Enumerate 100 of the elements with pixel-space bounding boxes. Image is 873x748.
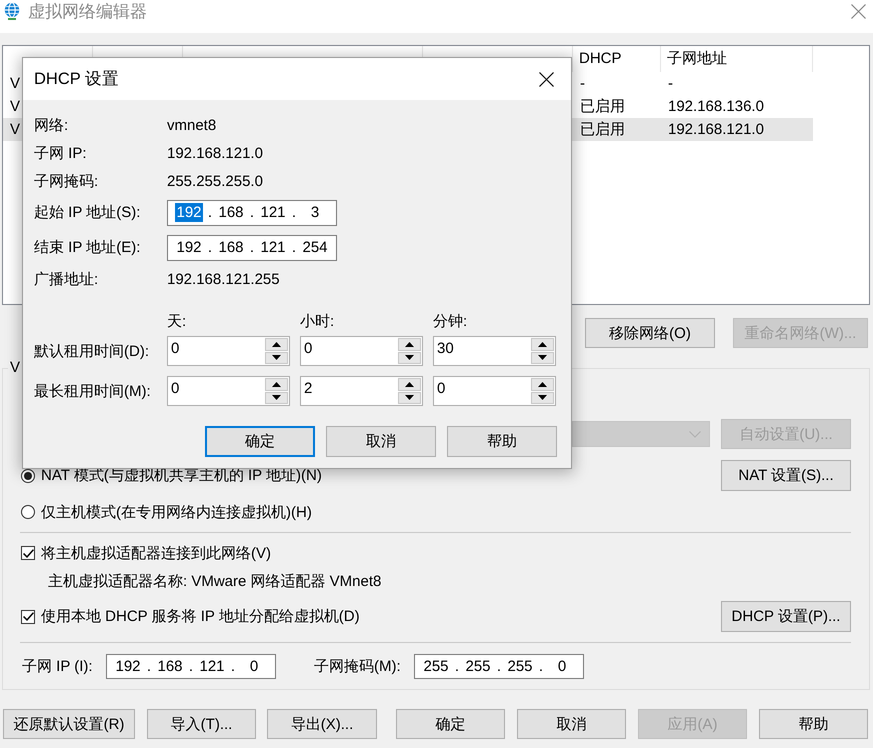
spin-down-button[interactable]: [265, 352, 288, 364]
field-label: 子网掩码:: [34, 172, 100, 190]
subnet-mask-field[interactable]: 255 . 255 . 255 . 0: [414, 654, 584, 679]
field-label: 起始 IP 地址(S):: [34, 203, 142, 222]
ok-button[interactable]: 确定: [205, 426, 315, 457]
ip-octet[interactable]: 3: [310, 203, 320, 222]
help-button[interactable]: 帮助: [447, 426, 557, 457]
column-label: 小时:: [300, 312, 334, 330]
field-value: 255.255.255.0: [167, 172, 263, 190]
spin-down-button[interactable]: [531, 352, 554, 364]
field-label: 默认租用时间(D):: [34, 342, 149, 360]
ip-octet[interactable]: 0: [556, 657, 568, 676]
ip-octet[interactable]: 255: [422, 657, 450, 676]
subnet-ip-label: 子网 IP (I):: [21, 657, 94, 676]
table-cell-text: 已启用: [579, 120, 625, 140]
triangle-up-icon: [538, 342, 547, 347]
checkmark-icon: [22, 612, 34, 621]
ip-address-field[interactable]: 192 . 168 . 121 . 254: [167, 234, 337, 260]
checkmark-icon: [22, 548, 34, 558]
cancel-button[interactable]: 取消: [326, 426, 436, 457]
triangle-down-icon: [272, 355, 281, 360]
ip-octet[interactable]: 121: [259, 238, 287, 257]
triangle-up-icon: [405, 342, 414, 347]
ip-octet[interactable]: 255: [464, 657, 492, 676]
subnet-ip-field[interactable]: 192 . 168 . 121 . 0: [106, 654, 276, 679]
import-button[interactable]: 导入(T)...: [147, 709, 256, 739]
spin-down-button[interactable]: [398, 392, 421, 404]
field-value: 192.168.121.0: [167, 144, 263, 162]
triangle-up-icon: [405, 382, 414, 387]
field-label: 广播地址:: [34, 270, 100, 288]
ok-button[interactable]: 确定: [396, 709, 505, 739]
table-cell-text: V: [9, 97, 20, 117]
remove-network-button[interactable]: 移除网络(O): [585, 318, 715, 348]
spin-down-button[interactable]: [398, 352, 421, 364]
table-cell-text: 192.168.136.0: [667, 97, 764, 117]
spin-up-button[interactable]: [265, 338, 288, 350]
group-title: V: [9, 361, 22, 375]
close-icon[interactable]: [539, 72, 554, 86]
checkbox-label[interactable]: 将主机虚拟适配器连接到此网络(V): [41, 544, 271, 562]
ip-octet[interactable]: 255: [506, 657, 534, 676]
field-label: 子网 IP:: [34, 144, 88, 162]
field-label: 网络:: [34, 116, 70, 134]
adapter-name-text: 主机虚拟适配器名称: VMware 网络适配器 VMnet8: [48, 572, 382, 590]
spin-box[interactable]: 0: [167, 376, 290, 406]
ip-octet[interactable]: 168: [217, 203, 245, 222]
radio-label[interactable]: 仅主机模式(在专用网络内连接虚拟机)(H): [41, 504, 312, 520]
column-label: 天:: [167, 312, 186, 330]
ip-address-field[interactable]: 192 . 168 . 121 . 3: [167, 200, 337, 226]
triangle-up-icon: [272, 342, 281, 347]
ip-octet[interactable]: 168: [217, 238, 245, 257]
field-value: 192.168.121.255: [167, 270, 280, 288]
spin-box[interactable]: 0: [300, 336, 423, 366]
table-cell-text: 已启用: [579, 97, 625, 117]
ip-octet[interactable]: 192: [175, 203, 203, 222]
spin-down-button[interactable]: [265, 392, 288, 404]
window-title: 虚拟网络编辑器: [28, 2, 147, 21]
ip-octet[interactable]: 0: [248, 657, 260, 676]
column-header[interactable]: DHCP: [573, 46, 661, 72]
spin-box[interactable]: 30: [433, 336, 556, 366]
restore-defaults-button[interactable]: 还原默认设置(R): [3, 709, 135, 739]
ip-octet[interactable]: 192: [175, 238, 203, 257]
nat-settings-button[interactable]: NAT 设置(S)...: [721, 460, 851, 491]
spin-up-button[interactable]: [398, 338, 421, 350]
spin-box[interactable]: 0: [167, 336, 290, 366]
table-cell-text: V: [9, 120, 20, 140]
triangle-down-icon: [272, 395, 281, 400]
dialog-title: DHCP 设置: [34, 69, 120, 90]
spin-up-button[interactable]: [531, 338, 554, 350]
column-header[interactable]: 子网地址: [661, 46, 813, 72]
checkbox[interactable]: [21, 546, 35, 560]
spin-up-button[interactable]: [531, 378, 554, 390]
ip-octet[interactable]: 254: [301, 238, 329, 257]
field-label: 最长租用时间(M):: [34, 382, 151, 400]
spin-up-button[interactable]: [398, 378, 421, 390]
ip-octet[interactable]: 192: [114, 657, 142, 676]
triangle-up-icon: [538, 382, 547, 387]
radio-button[interactable]: [21, 505, 35, 519]
spin-down-button[interactable]: [531, 392, 554, 404]
field-label: 结束 IP 地址(E):: [34, 238, 142, 257]
checkbox[interactable]: [21, 610, 35, 624]
radio-button[interactable]: [21, 468, 35, 482]
chevron-down-icon: [689, 430, 701, 438]
help-button[interactable]: 帮助: [759, 709, 868, 739]
table-cell-text: 192.168.121.0: [667, 120, 764, 140]
spin-up-button[interactable]: [265, 378, 288, 390]
triangle-up-icon: [272, 382, 281, 387]
ip-octet[interactable]: 121: [259, 203, 287, 222]
spin-box[interactable]: 0: [433, 376, 556, 406]
ip-octet[interactable]: 121: [198, 657, 226, 676]
triangle-down-icon: [538, 395, 547, 400]
spin-box[interactable]: 2: [300, 376, 423, 406]
field-value: vmnet8: [167, 116, 216, 134]
dhcp-settings-button[interactable]: DHCP 设置(P)...: [721, 601, 851, 632]
checkbox-label[interactable]: 使用本地 DHCP 服务将 IP 地址分配给虚拟机(D): [41, 607, 360, 626]
export-button[interactable]: 导出(X)...: [267, 709, 377, 739]
ip-octet[interactable]: 168: [156, 657, 184, 676]
triangle-down-icon: [405, 355, 414, 360]
cancel-button[interactable]: 取消: [517, 709, 626, 739]
table-cell-text: -: [667, 74, 673, 94]
triangle-down-icon: [405, 395, 414, 400]
